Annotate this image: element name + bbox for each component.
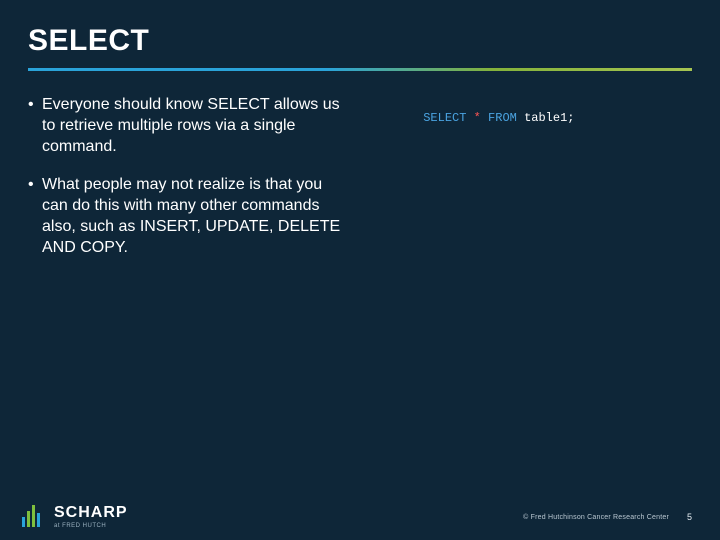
logo-subtitle: at FRED HUTCH	[54, 523, 128, 529]
slide: SELECT Everyone should know SELECT allow…	[0, 0, 720, 540]
sql-keyword-select: SELECT	[423, 111, 466, 125]
title-underline	[28, 68, 692, 71]
bullet-list: Everyone should know SELECT allows us to…	[28, 95, 348, 277]
logo-mark-icon	[18, 503, 46, 531]
bullet-item: What people may not realize is that you …	[28, 175, 348, 258]
logo-name: SCHARP	[54, 505, 128, 521]
sql-star: *	[474, 111, 481, 125]
sql-semicolon: ;	[567, 111, 574, 125]
copyright-text: © Fred Hutchinson Cancer Research Center	[523, 514, 669, 521]
logo: SCHARP at FRED HUTCH	[18, 503, 128, 531]
logo-text: SCHARP at FRED HUTCH	[54, 505, 128, 529]
sql-keyword-from: FROM	[488, 111, 517, 125]
slide-title: SELECT	[28, 24, 692, 58]
bullet-item: Everyone should know SELECT allows us to…	[28, 95, 348, 157]
code-block: SELECT * FROM table1;	[380, 95, 574, 277]
footer: SCHARP at FRED HUTCH © Fred Hutchinson C…	[0, 494, 720, 540]
page-number: 5	[687, 512, 692, 522]
content-row: Everyone should know SELECT allows us to…	[28, 95, 692, 277]
sql-identifier: table1	[524, 111, 567, 125]
